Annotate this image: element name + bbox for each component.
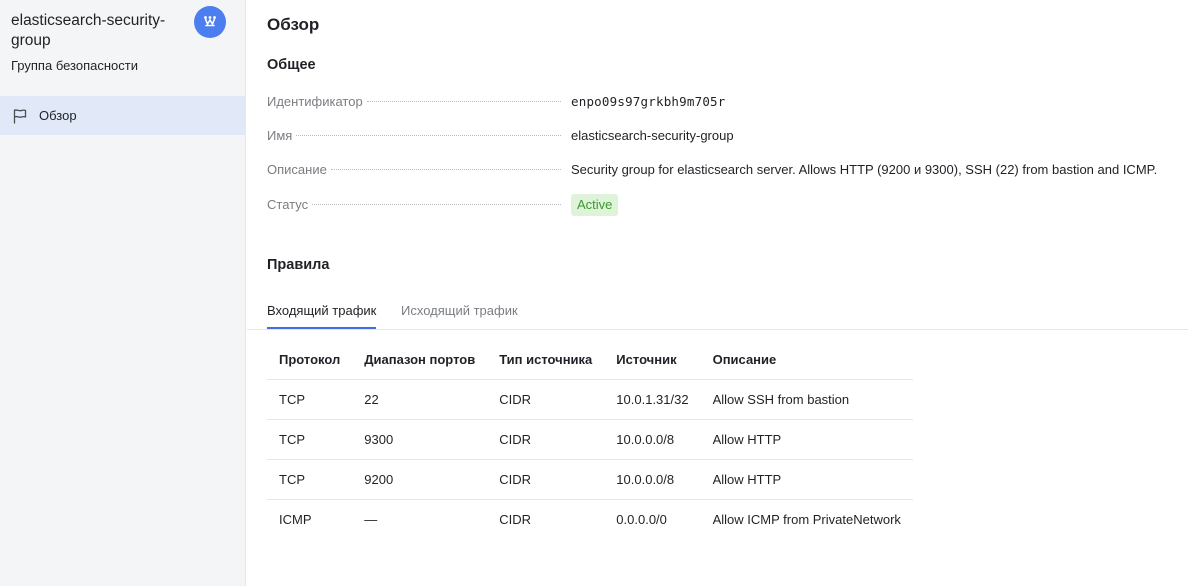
column-header-port-range: Диапазон портов — [352, 340, 488, 380]
property-row-description: Описание Security group for elasticsearc… — [267, 160, 1167, 180]
dotted-leader — [330, 169, 561, 170]
cell-description: Allow HTTP — [700, 419, 913, 460]
cell-source: 0.0.0.0/0 — [616, 511, 667, 527]
sidebar-item-label: Обзор — [39, 108, 77, 123]
cell-source: 10.0.0.0/8 — [604, 459, 701, 500]
cell-source-type: CIDR — [487, 379, 605, 420]
cell-description: Allow SSH from bastion — [700, 379, 913, 420]
tab-egress[interactable]: Исходящий трафик — [401, 302, 518, 329]
property-key: Описание — [267, 162, 327, 177]
sidebar-item-overview[interactable]: Обзор — [0, 96, 246, 135]
dotted-leader — [366, 101, 561, 102]
table-row[interactable]: ICMP — CIDR 0.0.0.0/0 Allow ICMP from Pr… — [267, 499, 913, 539]
rules-table: Протокол Диапазон портов Тип источника И… — [267, 340, 913, 539]
property-row-id: Идентификатор enpo09s97grkbh9m705r — [267, 92, 1167, 112]
status-badge: Active — [571, 194, 619, 216]
cell-source: 10.0.1.31/32 — [604, 379, 701, 420]
column-header-source: Источник — [604, 340, 701, 380]
table-row[interactable]: TCP 9200 CIDR 10.0.0.0/8 Allow HTTP — [267, 459, 913, 500]
traffic-tabs: Входящий трафик Исходящий трафик — [247, 292, 1188, 330]
tab-ingress[interactable]: Входящий трафик — [267, 302, 377, 329]
section-title-general: Общее — [267, 57, 316, 73]
flag-icon — [12, 108, 28, 124]
column-header-protocol: Протокол — [267, 340, 353, 380]
section-title-rules: Правила — [267, 257, 330, 273]
resource-type-label: Группа безопасности — [11, 58, 138, 73]
cell-port-range: 9300 — [352, 419, 488, 460]
cell-protocol: ICMP — [279, 511, 312, 527]
resource-title: elasticsearch-security-group — [11, 12, 166, 49]
column-header-description: Описание — [700, 340, 913, 380]
cell-protocol: TCP — [267, 459, 353, 500]
table-row[interactable]: TCP 9300 CIDR 10.0.0.0/8 Allow HTTP — [267, 419, 913, 460]
vpc-network-icon[interactable] — [194, 6, 226, 38]
column-header-source-type: Тип источника — [487, 340, 605, 380]
cell-description: Allow ICMP from PrivateNetwork — [712, 511, 901, 527]
cell-port-range: 9200 — [352, 459, 488, 500]
cell-protocol: TCP — [267, 419, 353, 460]
dotted-leader — [296, 135, 561, 136]
cell-protocol: TCP — [267, 379, 353, 420]
dotted-leader — [312, 204, 561, 205]
cell-description: Allow HTTP — [700, 459, 913, 500]
property-key: Идентификатор — [267, 94, 363, 109]
property-row-status: Статус Active — [267, 194, 1167, 216]
cell-source-type: CIDR — [487, 419, 605, 460]
cell-port-range: 22 — [352, 379, 488, 420]
property-key: Имя — [267, 128, 293, 143]
cell-port-range: — — [364, 511, 378, 527]
main-content: Обзор Общее Идентификатор enpo09s97grkbh… — [247, 0, 1188, 586]
property-value-description: Security group for elasticsearch server.… — [571, 162, 1158, 177]
property-key: Статус — [267, 197, 309, 212]
table-row[interactable]: TCP 22 CIDR 10.0.1.31/32 Allow SSH from … — [267, 379, 913, 420]
cell-source: 10.0.0.0/8 — [604, 419, 701, 460]
sidebar: elasticsearch-security-group Группа безо… — [0, 0, 246, 586]
cell-source-type: CIDR — [487, 459, 605, 500]
property-value-name: elasticsearch-security-group — [571, 128, 734, 143]
property-value-id: enpo09s97grkbh9m705r — [571, 94, 726, 109]
cell-source-type: CIDR — [499, 511, 531, 527]
property-row-name: Имя elasticsearch-security-group — [267, 126, 1167, 146]
table-header-row: Протокол Диапазон портов Тип источника И… — [267, 340, 913, 380]
page-title: Обзор — [267, 15, 320, 34]
